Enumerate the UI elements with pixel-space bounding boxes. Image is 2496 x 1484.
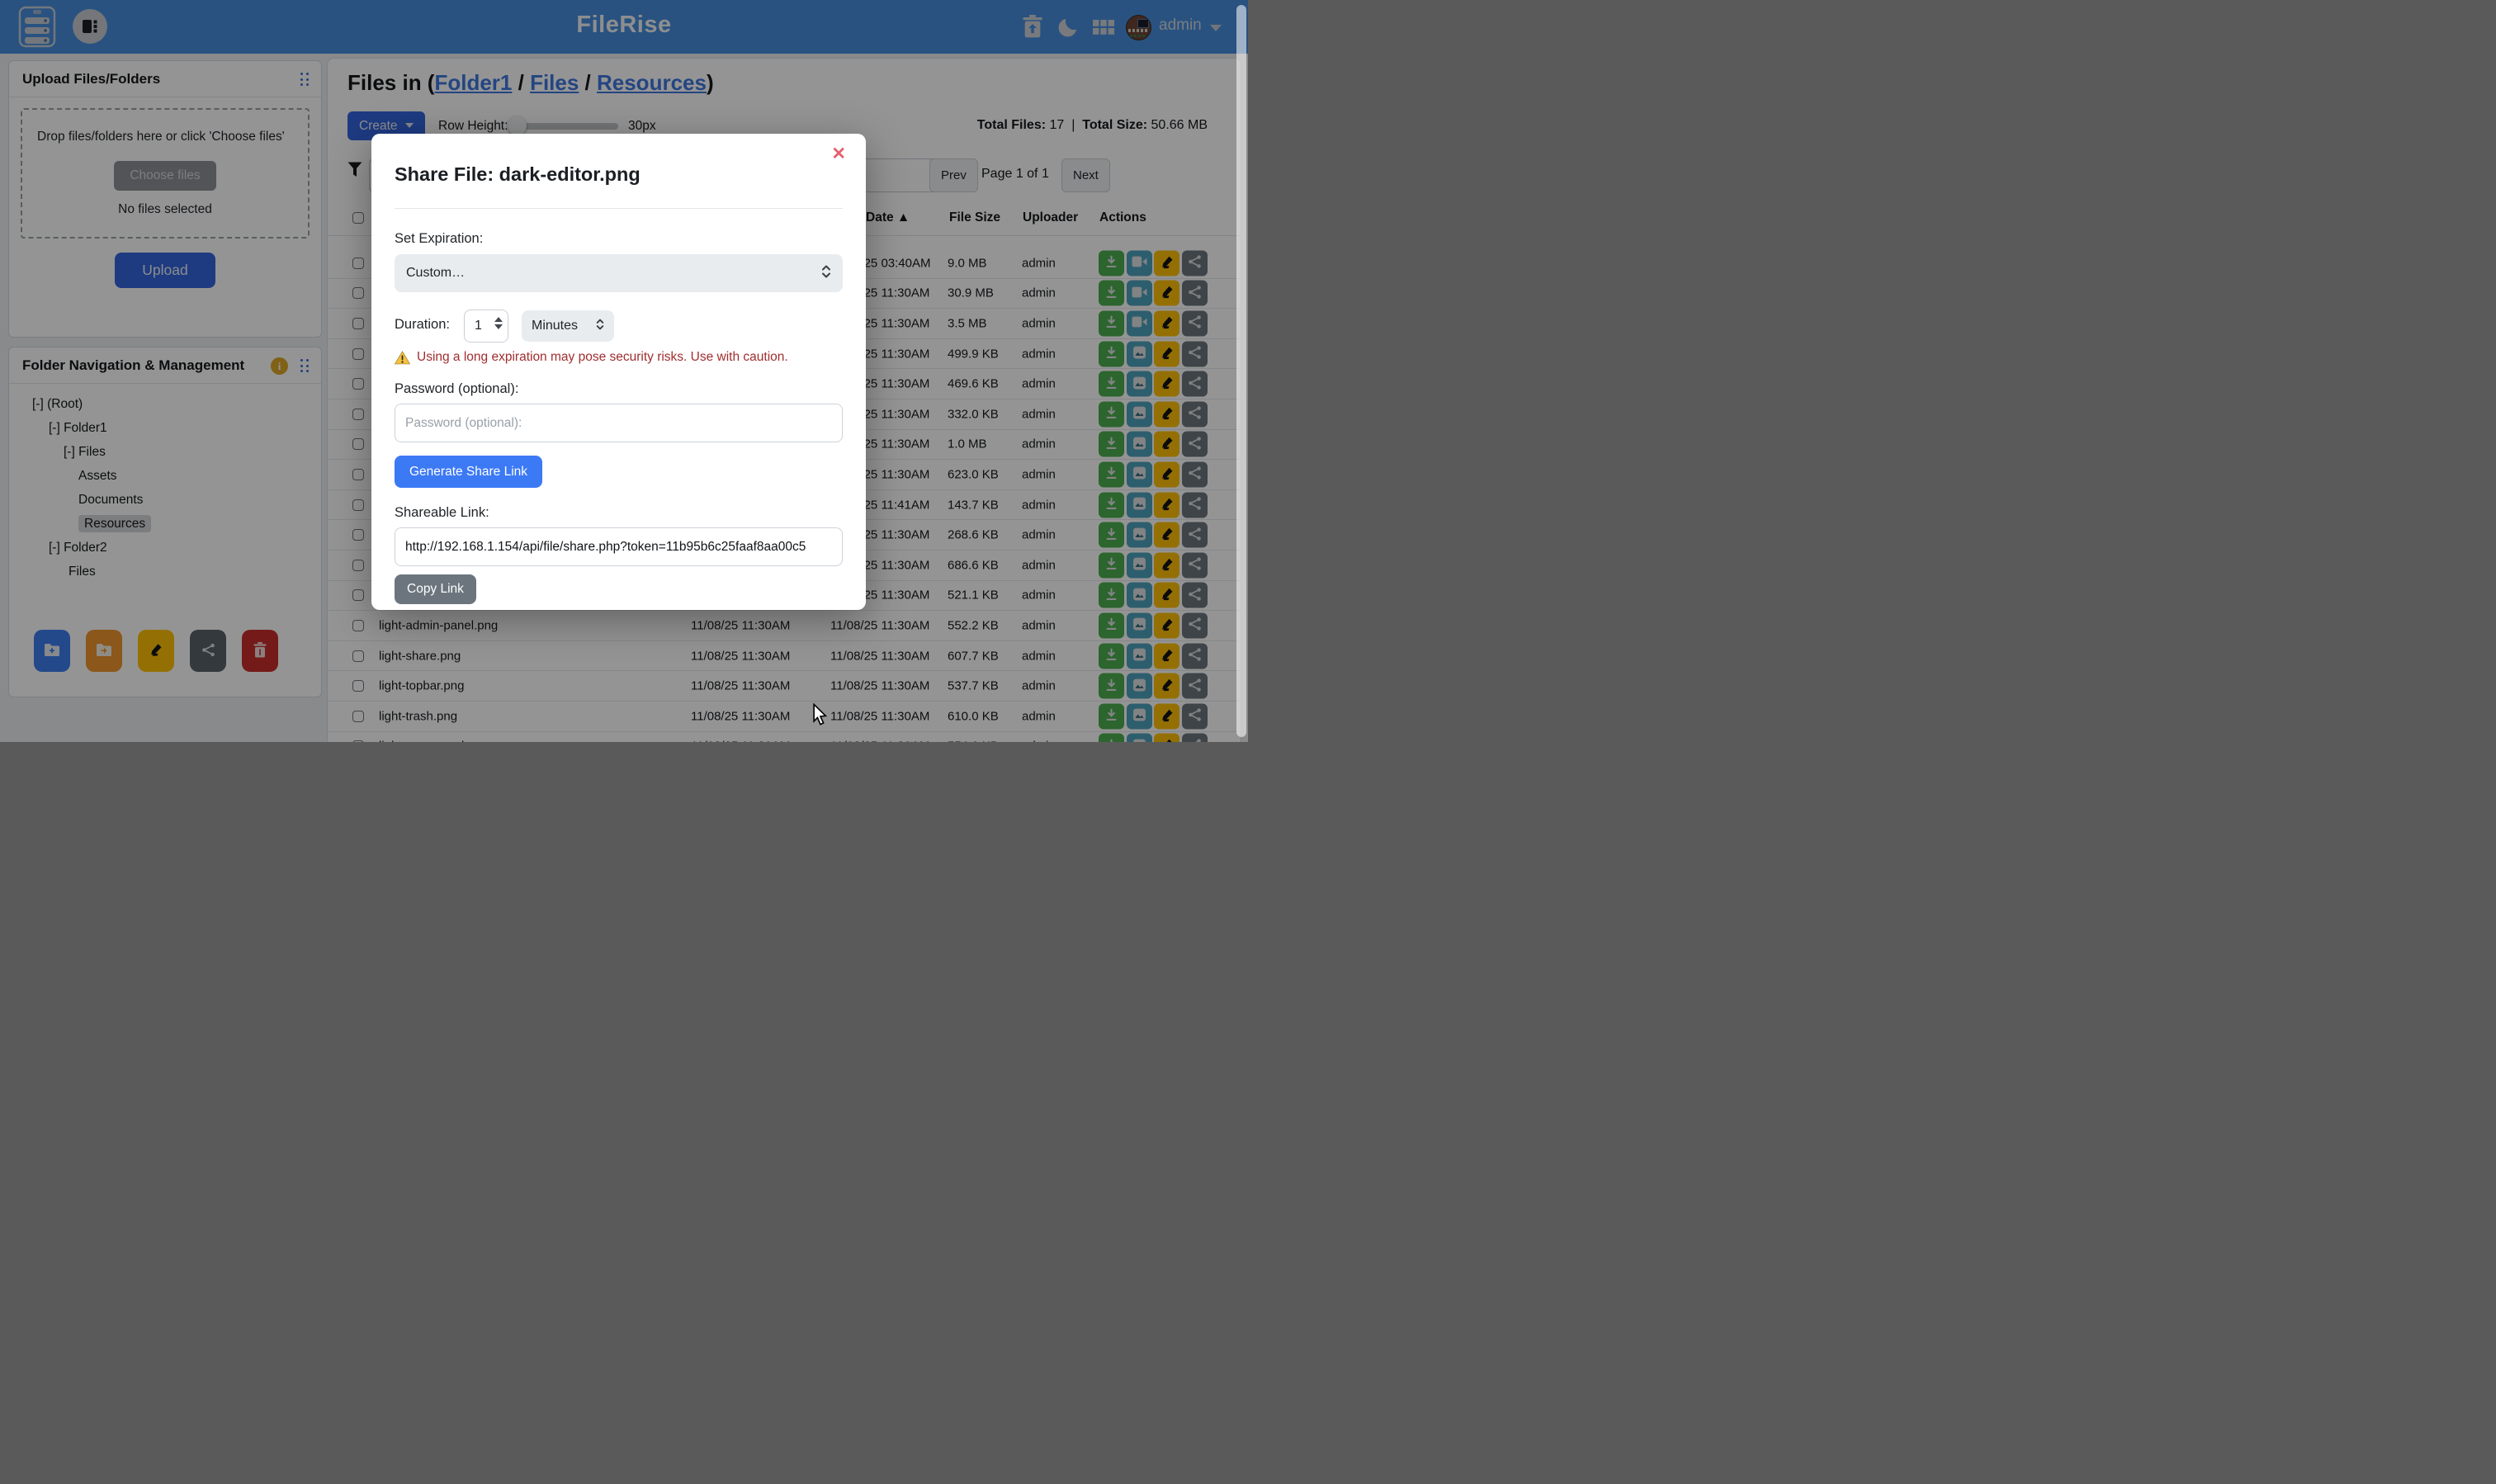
filerise-app: FileRise admin (0, 0, 1248, 742)
select-chevrons-icon (821, 264, 831, 283)
expiration-warning: Using a long expiration may pose securit… (395, 350, 788, 365)
duration-label: Duration: (395, 317, 450, 333)
password-label: Password (optional): (395, 381, 518, 397)
modal-title: Share File: dark-editor.png (395, 163, 641, 186)
number-stepper-icon[interactable] (494, 317, 503, 329)
duration-row: Duration: 1 Minutes (371, 310, 866, 343)
close-icon[interactable]: ✕ (831, 144, 846, 164)
share-file-modal: ✕ Share File: dark-editor.png Set Expira… (371, 134, 866, 610)
duration-input[interactable]: 1 (464, 310, 508, 343)
shareable-link-label: Shareable Link: (395, 505, 489, 521)
expiration-label: Set Expiration: (395, 231, 483, 247)
warning-icon (395, 351, 410, 365)
share-link-input[interactable] (395, 527, 843, 566)
expiration-select[interactable]: Custom… (395, 254, 843, 292)
duration-unit-select[interactable]: Minutes (522, 310, 614, 342)
password-input[interactable] (395, 404, 843, 442)
copy-link-button[interactable]: Copy Link (395, 574, 476, 604)
select-chevrons-icon (596, 318, 604, 335)
generate-share-link-button[interactable]: Generate Share Link (395, 456, 542, 488)
page-scrollbar[interactable] (1236, 5, 1246, 737)
